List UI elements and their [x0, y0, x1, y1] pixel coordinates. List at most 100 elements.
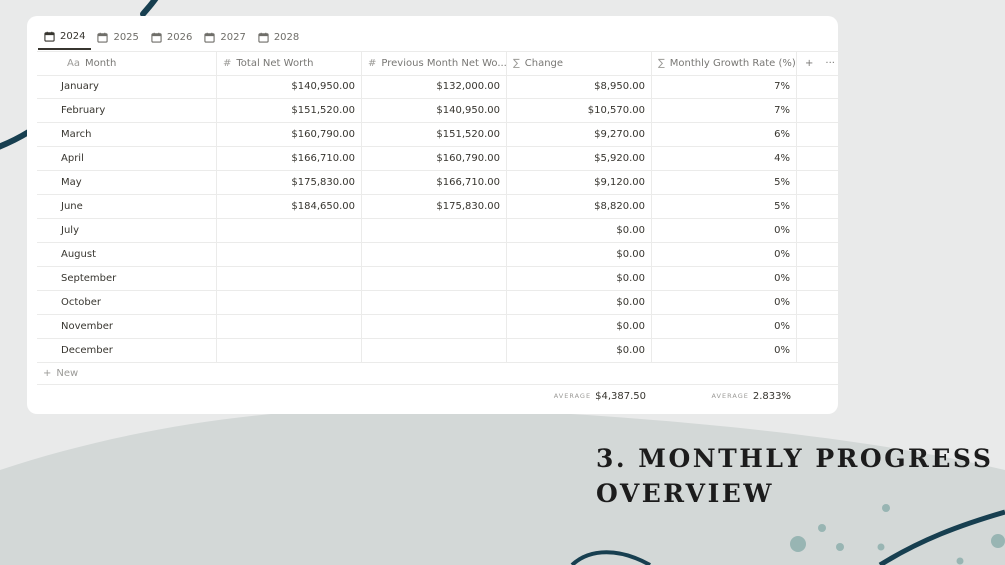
section-heading: 3. MONTHLY PROGRESS OVERVIEW	[596, 441, 996, 511]
cell-previous[interactable]: $166,710.00	[362, 171, 507, 194]
table-row[interactable]: March $160,790.00 $151,520.00 $9,270.00 6%	[37, 123, 838, 147]
cell-change[interactable]: $0.00	[507, 291, 652, 314]
tab-2025[interactable]: 2025	[91, 25, 144, 49]
cell-month[interactable]: September	[37, 267, 217, 290]
cell-growth[interactable]: 0%	[652, 339, 797, 362]
table-row[interactable]: August $0.00 0%	[37, 243, 838, 267]
cell-change[interactable]: $0.00	[507, 315, 652, 338]
tab-2028[interactable]: 2028	[252, 25, 305, 49]
column-header-growth-rate[interactable]: ∑ Monthly Growth Rate (%)	[652, 52, 797, 75]
cell-month[interactable]: March	[37, 123, 217, 146]
table-row[interactable]: May $175,830.00 $166,710.00 $9,120.00 5%	[37, 171, 838, 195]
heading-line-2: OVERVIEW	[596, 479, 774, 508]
cell-growth[interactable]: 0%	[652, 291, 797, 314]
table-row[interactable]: June $184,650.00 $175,830.00 $8,820.00 5%	[37, 195, 838, 219]
cell-previous[interactable]	[362, 315, 507, 338]
tab-label: 2026	[166, 31, 193, 43]
column-header-change[interactable]: ∑ Change	[507, 52, 652, 75]
cell-total[interactable]: $175,830.00	[217, 171, 362, 194]
cell-change[interactable]: $0.00	[507, 267, 652, 290]
average-value: 2.833%	[752, 390, 791, 402]
column-header-month[interactable]: Aa Month	[37, 52, 217, 75]
cell-previous[interactable]	[362, 291, 507, 314]
column-header-previous-month[interactable]: # Previous Month Net Wo...	[362, 52, 507, 75]
table-row[interactable]: November $0.00 0%	[37, 315, 838, 339]
column-header-total-net-worth[interactable]: # Total Net Worth	[217, 52, 362, 75]
table-row[interactable]: July $0.00 0%	[37, 219, 838, 243]
cell-previous[interactable]	[362, 339, 507, 362]
cell-empty	[797, 123, 838, 146]
cell-previous[interactable]: $140,950.00	[362, 99, 507, 122]
average-label: AVERAGE	[711, 392, 749, 400]
cell-total[interactable]	[217, 243, 362, 266]
cell-month[interactable]: April	[37, 147, 217, 170]
footer-change-average[interactable]: AVERAGE $4,387.50	[507, 386, 652, 406]
cell-previous[interactable]: $160,790.00	[362, 147, 507, 170]
cell-empty	[797, 75, 838, 98]
cell-growth[interactable]: 5%	[652, 195, 797, 218]
cell-total[interactable]	[217, 339, 362, 362]
text-type-icon: Aa	[67, 58, 80, 69]
cell-change[interactable]: $10,570.00	[507, 99, 652, 122]
cell-total[interactable]: $160,790.00	[217, 123, 362, 146]
cell-total[interactable]: $140,950.00	[217, 75, 362, 98]
cell-change[interactable]: $9,270.00	[507, 123, 652, 146]
table-row[interactable]: October $0.00 0%	[37, 291, 838, 315]
cell-change[interactable]: $9,120.00	[507, 171, 652, 194]
cell-total[interactable]	[217, 291, 362, 314]
cell-month[interactable]: February	[37, 99, 217, 122]
cell-change[interactable]: $0.00	[507, 243, 652, 266]
table-row[interactable]: January $140,950.00 $132,000.00 $8,950.00 7%	[37, 75, 838, 99]
cell-month[interactable]: June	[37, 195, 217, 218]
column-header-label: Change	[524, 58, 564, 69]
cell-month[interactable]: October	[37, 291, 217, 314]
tab-2026[interactable]: 2026	[145, 25, 198, 49]
cell-empty	[797, 243, 838, 266]
cell-month[interactable]: August	[37, 243, 217, 266]
cell-previous[interactable]	[362, 219, 507, 242]
cell-growth[interactable]: 0%	[652, 219, 797, 242]
cell-previous[interactable]	[362, 243, 507, 266]
cell-change[interactable]: $0.00	[507, 339, 652, 362]
cell-change[interactable]: $8,950.00	[507, 75, 652, 98]
cell-change[interactable]: $5,920.00	[507, 147, 652, 170]
cell-growth[interactable]: 0%	[652, 243, 797, 266]
cell-growth[interactable]: 6%	[652, 123, 797, 146]
table-row[interactable]: September $0.00 0%	[37, 267, 838, 291]
cell-change[interactable]: $8,820.00	[507, 195, 652, 218]
cell-month[interactable]: January	[37, 75, 217, 98]
cell-previous[interactable]: $151,520.00	[362, 123, 507, 146]
formula-type-icon: ∑	[513, 58, 520, 69]
cell-growth[interactable]: 7%	[652, 75, 797, 98]
new-row-button[interactable]: + New	[37, 362, 838, 385]
cell-previous[interactable]	[362, 267, 507, 290]
cell-total[interactable]	[217, 315, 362, 338]
cell-month[interactable]: July	[37, 219, 217, 242]
cell-growth[interactable]: 4%	[652, 147, 797, 170]
add-column-icon[interactable]: +	[805, 58, 813, 69]
cell-total[interactable]	[217, 219, 362, 242]
cell-growth[interactable]: 0%	[652, 267, 797, 290]
cell-total[interactable]	[217, 267, 362, 290]
cell-month[interactable]: May	[37, 171, 217, 194]
cell-total[interactable]: $166,710.00	[217, 147, 362, 170]
cell-total[interactable]: $184,650.00	[217, 195, 362, 218]
table-row[interactable]: February $151,520.00 $140,950.00 $10,570.00…	[37, 99, 838, 123]
cell-change[interactable]: $0.00	[507, 219, 652, 242]
more-options-icon[interactable]: ···	[825, 58, 835, 69]
footer-growth-average[interactable]: AVERAGE 2.833%	[652, 386, 797, 406]
plus-icon: +	[43, 367, 52, 379]
column-header-label: Total Net Worth	[236, 58, 314, 69]
cell-previous[interactable]: $175,830.00	[362, 195, 507, 218]
table-row[interactable]: December $0.00 0%	[37, 339, 838, 363]
cell-growth[interactable]: 5%	[652, 171, 797, 194]
cell-month[interactable]: December	[37, 339, 217, 362]
cell-total[interactable]: $151,520.00	[217, 99, 362, 122]
tab-2024[interactable]: 2024	[38, 25, 92, 50]
cell-previous[interactable]: $132,000.00	[362, 75, 507, 98]
tab-2027[interactable]: 2027	[198, 25, 251, 49]
cell-month[interactable]: November	[37, 315, 217, 338]
cell-growth[interactable]: 7%	[652, 99, 797, 122]
table-row[interactable]: April $166,710.00 $160,790.00 $5,920.00 4%	[37, 147, 838, 171]
cell-growth[interactable]: 0%	[652, 315, 797, 338]
